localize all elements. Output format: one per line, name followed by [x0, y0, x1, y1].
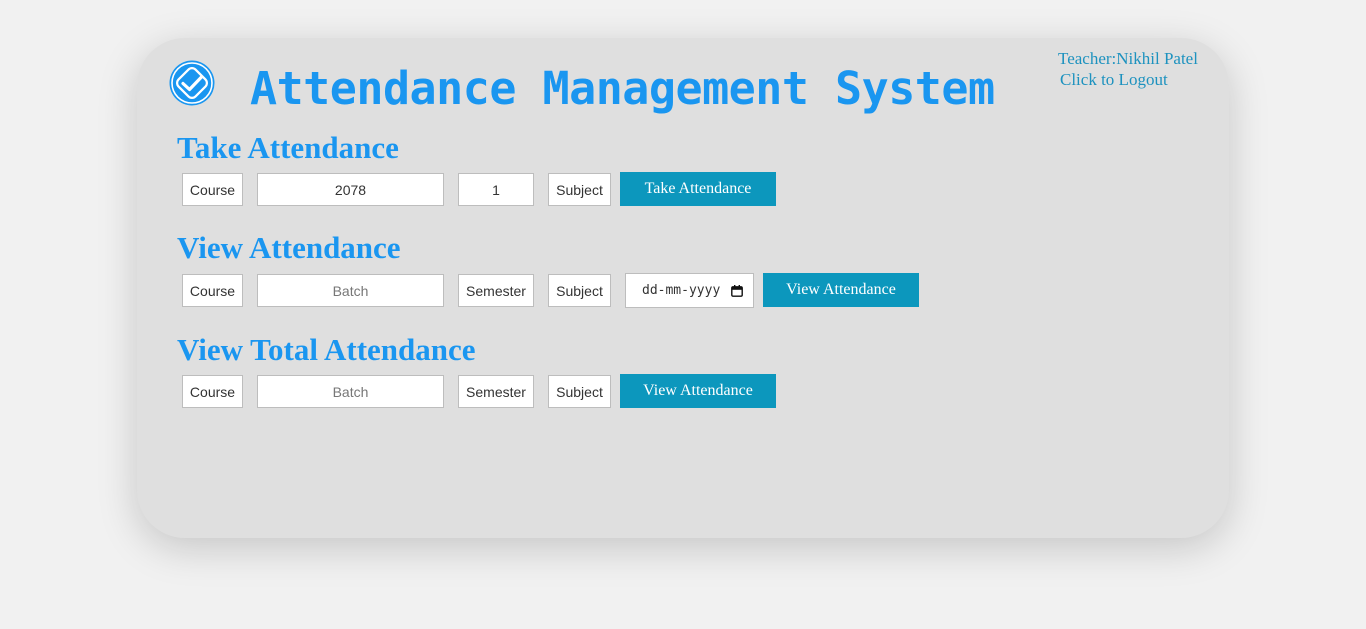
teacher-label: Teacher: — [1058, 49, 1117, 68]
view-batch-input[interactable] — [257, 274, 444, 307]
take-batch-input[interactable] — [257, 173, 444, 206]
total-subject-select[interactable]: Subject — [548, 375, 611, 408]
calendar-icon[interactable] — [731, 284, 743, 297]
view-attendance-button[interactable]: View Attendance — [763, 273, 919, 307]
view-total-attendance-heading: View Total Attendance — [177, 332, 476, 367]
teacher-name: Nikhil Patel — [1116, 49, 1198, 68]
view-total-attendance-button[interactable]: View Attendance — [620, 374, 776, 408]
view-subject-select[interactable]: Subject — [548, 274, 611, 307]
take-subject-select[interactable]: Subject — [548, 173, 611, 206]
main-card: Attendance Management System Teacher:Nik… — [137, 38, 1229, 538]
teacher-info: Teacher:Nikhil Patel Click to Logout — [1058, 48, 1198, 90]
view-attendance-heading: View Attendance — [177, 230, 401, 265]
take-course-select[interactable]: Course — [182, 173, 243, 206]
date-placeholder: dd-mm-yyyy — [642, 283, 721, 298]
page-title: Attendance Management System — [250, 62, 995, 115]
total-semester-select[interactable]: Semester — [458, 375, 534, 408]
take-attendance-heading: Take Attendance — [177, 130, 399, 165]
total-batch-input[interactable] — [257, 375, 444, 408]
logout-link[interactable]: Click to Logout — [1060, 69, 1168, 90]
view-semester-select[interactable]: Semester — [458, 274, 534, 307]
take-semester-select[interactable]: 1 — [458, 173, 534, 206]
total-course-select[interactable]: Course — [182, 375, 243, 408]
take-attendance-button[interactable]: Take Attendance — [620, 172, 776, 206]
logout-row: Click to Logout — [1058, 69, 1198, 90]
checkmark-badge-icon — [168, 59, 216, 107]
view-course-select[interactable]: Course — [182, 274, 243, 307]
teacher-row: Teacher:Nikhil Patel — [1058, 48, 1198, 69]
view-date-input[interactable]: dd-mm-yyyy — [625, 273, 754, 308]
